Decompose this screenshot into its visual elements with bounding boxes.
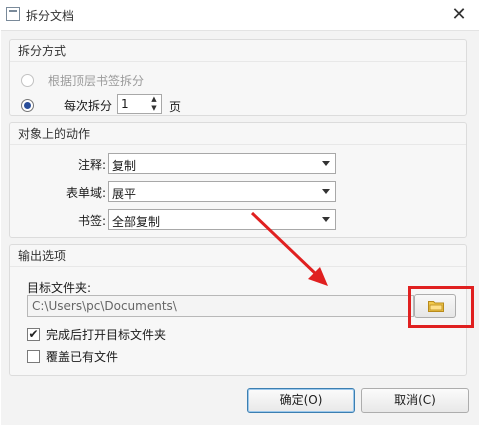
overwrite-checkbox[interactable]	[27, 350, 40, 363]
title-bar: 拆分文档 ✕	[0, 0, 480, 30]
pages-stepper-value: 1	[121, 97, 129, 111]
radio-pages-row[interactable]: 每次拆分	[21, 97, 112, 114]
overwrite-label: 覆盖已有文件	[46, 350, 119, 364]
radio-bookmark-row[interactable]: 根据顶层书签拆分	[21, 72, 144, 89]
output-group: 输出选项 目标文件夹: C:\Users\pc\Documents\ ✔ 完成后…	[9, 244, 467, 376]
chevron-up-icon[interactable]: ▲	[148, 95, 160, 104]
output-title: 输出选项	[10, 245, 466, 267]
split-method-title: 拆分方式	[10, 40, 466, 62]
bookmark-select[interactable]: 全部复制	[108, 209, 336, 230]
target-folder-label: 目标文件夹:	[27, 281, 92, 295]
ok-button[interactable]: 确定(O)	[247, 388, 355, 413]
actions-group: 对象上的动作 注释: 复制 表单域: 展平 书签: 全部复制	[9, 122, 467, 238]
window-title: 拆分文档	[26, 9, 75, 23]
open-after-checkbox[interactable]: ✔	[27, 328, 40, 341]
annotation-select[interactable]: 复制	[108, 153, 336, 174]
bookmark-select-value: 全部复制	[112, 215, 161, 229]
close-button[interactable]: ✕	[448, 4, 470, 26]
radio-pages[interactable]	[21, 99, 34, 112]
chevron-down-icon	[322, 189, 330, 194]
open-after-label: 完成后打开目标文件夹	[46, 328, 167, 342]
dialog-body: 拆分方式 根据顶层书签拆分 每次拆分 1 ▲ ▼ 页 对象上的动作 注释: 复制…	[1, 30, 479, 425]
annotation-label: 注释:	[77, 158, 106, 172]
form-field-select-value: 展平	[112, 187, 137, 201]
annotation-select-value: 复制	[112, 159, 137, 173]
form-field-label: 表单域:	[65, 186, 106, 200]
radio-pages-label: 每次拆分	[64, 99, 113, 113]
pages-stepper[interactable]: 1 ▲ ▼	[117, 94, 162, 114]
stepper-arrows[interactable]: ▲ ▼	[148, 95, 160, 113]
cancel-button[interactable]: 取消(C)	[361, 388, 469, 413]
pages-unit-label: 页	[169, 100, 182, 114]
bookmark-label: 书签:	[77, 214, 106, 228]
app-icon	[6, 7, 20, 21]
overwrite-row[interactable]: 覆盖已有文件	[27, 348, 118, 365]
chevron-down-icon	[322, 217, 330, 222]
annotation-highlight-box	[408, 286, 474, 328]
chevron-down-icon	[322, 161, 330, 166]
radio-bookmark[interactable]	[21, 74, 34, 87]
actions-title: 对象上的动作	[10, 123, 466, 145]
split-method-group: 拆分方式 根据顶层书签拆分 每次拆分 1 ▲ ▼ 页	[9, 39, 467, 116]
open-after-row[interactable]: ✔ 完成后打开目标文件夹	[27, 326, 166, 343]
form-field-select[interactable]: 展平	[108, 181, 336, 202]
chevron-down-icon[interactable]: ▼	[148, 104, 160, 113]
target-folder-input[interactable]: C:\Users\pc\Documents\	[27, 295, 414, 317]
radio-bookmark-label: 根据顶层书签拆分	[48, 74, 145, 88]
